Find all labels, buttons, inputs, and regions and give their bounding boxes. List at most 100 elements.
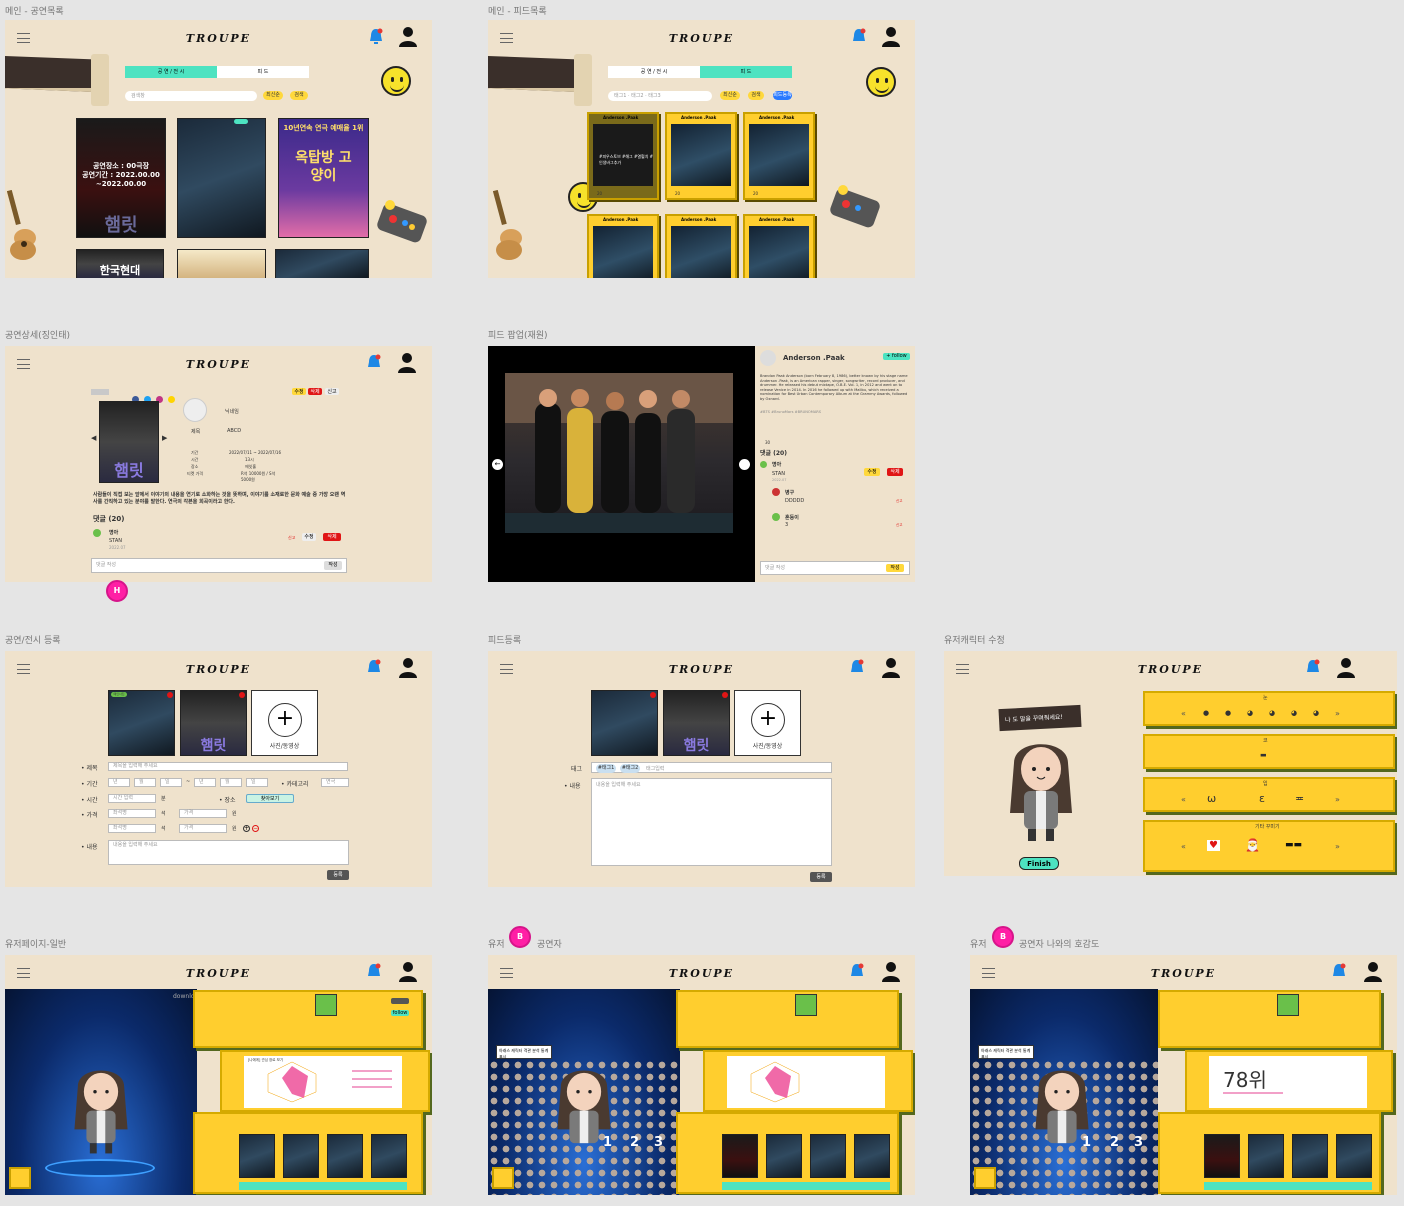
prev-option-icon[interactable]: «	[1181, 795, 1186, 804]
prev-option-icon[interactable]: «	[1181, 709, 1186, 718]
nose-option[interactable]: ▬	[1260, 751, 1267, 759]
tag-input[interactable]: #태그1 #태그2 태그입력	[591, 762, 832, 773]
menu-icon[interactable]	[982, 968, 995, 978]
menu-icon[interactable]	[956, 664, 969, 674]
poster-card[interactable]	[177, 118, 266, 238]
post-thumb[interactable]	[1292, 1134, 1328, 1178]
comment-input[interactable]: 댓글 작성	[91, 558, 347, 573]
menu-icon[interactable]	[17, 664, 30, 674]
comment-report-link[interactable]: 신고	[896, 523, 902, 528]
post-thumb[interactable]	[283, 1134, 319, 1178]
bell-icon[interactable]	[849, 963, 865, 981]
menu-icon[interactable]	[500, 664, 513, 674]
poster-card[interactable]: 공연장소 : 00극장 공연기간 : 2022.00.00 ~2022.00.0…	[76, 118, 166, 238]
menu-icon[interactable]	[500, 968, 513, 978]
price-input[interactable]: 가격	[179, 809, 227, 818]
edit-button[interactable]: 수정	[292, 388, 306, 395]
menu-icon[interactable]	[17, 359, 30, 369]
post-thumb[interactable]	[327, 1134, 363, 1178]
eye-option[interactable]: ◕	[1291, 709, 1297, 717]
remove-icon[interactable]	[722, 692, 728, 698]
report-button[interactable]: 신고	[325, 388, 339, 395]
sort-select[interactable]: 최신순	[720, 91, 740, 100]
notes-icon[interactable]	[9, 1167, 31, 1189]
tab-performances[interactable]: 공 연 / 전 시	[125, 66, 217, 78]
bell-icon[interactable]	[1305, 659, 1321, 677]
message-button[interactable]	[391, 998, 409, 1004]
post-thumb[interactable]	[239, 1134, 275, 1178]
add-media-button[interactable]: + 사진/동영상	[734, 690, 801, 756]
start-month-select[interactable]: 월	[134, 778, 156, 787]
remove-price-icon[interactable]: −	[252, 825, 259, 832]
comment-edit-button[interactable]: 수정	[302, 533, 316, 541]
poster-card[interactable]	[177, 249, 266, 278]
content-textarea[interactable]: 내용을 입력해 주세요	[591, 778, 832, 866]
comment-report-link[interactable]: 신고	[896, 499, 902, 504]
more-button[interactable]	[722, 1182, 890, 1190]
notes-icon[interactable]	[492, 1167, 514, 1189]
user-icon[interactable]	[398, 657, 418, 679]
poster-card[interactable]: 한국현대	[76, 249, 164, 278]
tag-search-input[interactable]: 태그1 · 태그2 · 태그3	[608, 91, 712, 101]
remove-icon[interactable]	[239, 692, 245, 698]
mouth-option[interactable]: ≖	[1295, 792, 1304, 805]
next-option-icon[interactable]: »	[1335, 709, 1340, 718]
bell-icon[interactable]	[849, 659, 865, 677]
add-media-button[interactable]: + 사진/동영상	[251, 690, 318, 756]
next-arrow-icon[interactable]: ▶	[162, 434, 167, 442]
submit-button[interactable]: 등록	[327, 870, 349, 880]
tag-chip[interactable]: #태그2	[620, 764, 640, 773]
uploaded-image[interactable]: 햄릿	[180, 690, 247, 756]
comment-delete-button[interactable]: 삭제	[323, 533, 341, 541]
tab-feed[interactable]: 피 드	[217, 66, 309, 78]
end-month-select[interactable]: 월	[220, 778, 242, 787]
accessory-option[interactable]: 🎅	[1245, 838, 1260, 852]
menu-icon[interactable]	[500, 33, 513, 43]
bell-icon[interactable]	[368, 28, 384, 46]
feed-card[interactable]: Anderson .Paak 20	[743, 112, 815, 200]
user-icon[interactable]	[398, 26, 418, 48]
eye-option[interactable]: ◕	[1269, 709, 1275, 717]
next-option-icon[interactable]: »	[1335, 842, 1340, 851]
time-input[interactable]: 시간 입력	[108, 794, 156, 803]
user-icon[interactable]	[1336, 657, 1356, 679]
feed-card[interactable]: Anderson .Paak	[665, 214, 737, 278]
poster-card[interactable]	[275, 249, 369, 278]
notes-icon[interactable]	[974, 1167, 996, 1189]
comment-submit-button[interactable]: 작성	[886, 564, 904, 572]
post-thumb[interactable]	[810, 1134, 846, 1178]
user-icon[interactable]	[881, 961, 901, 983]
user-icon[interactable]	[397, 352, 417, 374]
more-button[interactable]	[239, 1182, 407, 1190]
kakao-icon[interactable]	[168, 396, 176, 403]
next-arrow-icon[interactable]	[739, 459, 750, 470]
eye-option[interactable]: ◕	[1313, 709, 1319, 717]
seat-name-input[interactable]: 좌석명	[108, 824, 156, 833]
prev-arrow-icon[interactable]: ◀	[91, 434, 96, 442]
title-input[interactable]: 제목을 입력해 주세요	[108, 762, 348, 771]
eye-option[interactable]: ●	[1225, 709, 1231, 717]
delete-button[interactable]: 삭제	[308, 388, 322, 395]
user-icon[interactable]	[881, 26, 901, 48]
accessory-option[interactable]: ▬▬	[1285, 840, 1302, 850]
comment-report-link[interactable]: 신고	[288, 535, 295, 541]
post-thumb[interactable]	[1204, 1134, 1240, 1178]
comment-delete-button[interactable]: 삭제	[887, 468, 903, 476]
next-option-icon[interactable]: »	[1335, 795, 1340, 804]
poster-card[interactable]: 10년연속 연극 예매율 1위 옥탑방 고양이	[278, 118, 369, 238]
post-thumb[interactable]	[766, 1134, 802, 1178]
end-day-select[interactable]: 일	[246, 778, 268, 787]
category-select[interactable]: 연극	[321, 778, 349, 787]
sort-select[interactable]: 최신순	[263, 91, 283, 100]
eye-option[interactable]: ●	[1203, 709, 1209, 717]
logo[interactable]: TROUPE	[944, 663, 1397, 676]
seat-name-input[interactable]: 좌석명	[108, 809, 156, 818]
user-icon[interactable]	[881, 657, 901, 679]
bell-icon[interactable]	[851, 28, 867, 46]
bell-icon[interactable]	[1331, 963, 1347, 981]
mouth-option[interactable]: ω	[1207, 792, 1216, 805]
uploaded-image[interactable]: 햄릿	[663, 690, 730, 756]
search-button[interactable]: 검색	[748, 91, 764, 100]
prev-option-icon[interactable]: «	[1181, 842, 1186, 851]
post-thumb[interactable]	[722, 1134, 758, 1178]
